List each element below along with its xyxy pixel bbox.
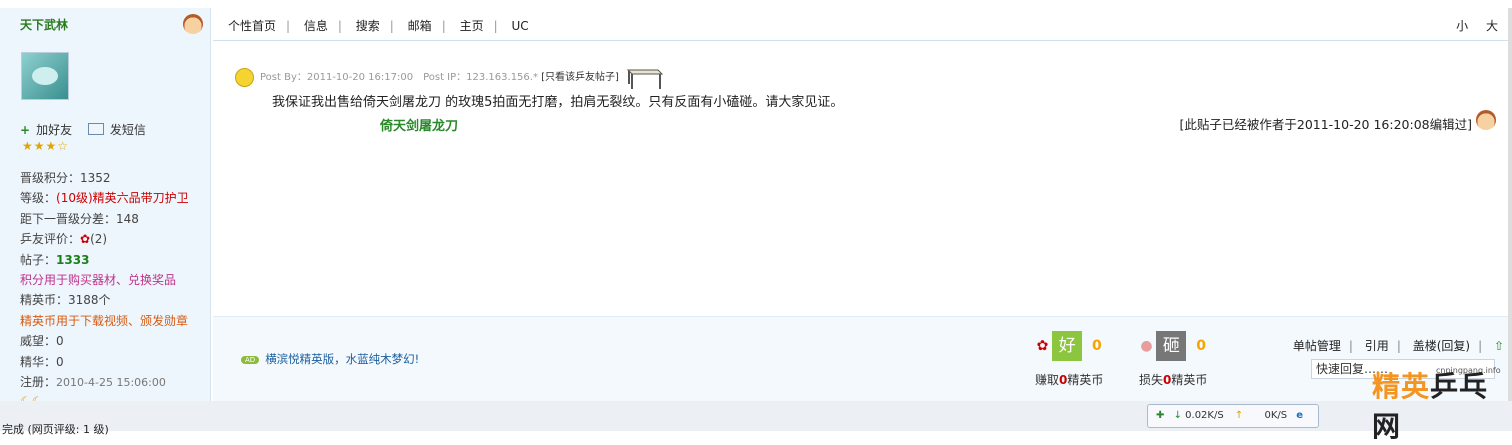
- font-size-switch: 小 大: [1442, 17, 1498, 34]
- bad-button[interactable]: 砸: [1156, 331, 1187, 361]
- scrollbar[interactable]: [1508, 8, 1512, 401]
- bad-vote[interactable]: ● 砸 0 损失0精英币: [1139, 331, 1207, 388]
- nav-item-homepage[interactable]: 主页: [460, 19, 484, 33]
- level-row: 等级：(10级)精英六品带刀护卫: [20, 191, 189, 206]
- download-speed: 0.02K/S: [1185, 410, 1224, 421]
- nav-item-mailbox[interactable]: 邮箱: [408, 19, 432, 33]
- ad-link[interactable]: AD 横滨悦精英版，水蓝纯木梦幻!: [241, 351, 419, 367]
- bad-label: 损失0精英币: [1139, 373, 1208, 387]
- post-title-link[interactable]: 倚天剑屠龙刀: [380, 115, 458, 134]
- browser-icon: e: [1296, 410, 1304, 421]
- good-vote[interactable]: ✿ 好 0 赚取0精英币: [1035, 331, 1103, 388]
- register-row: 注册：2010-4-25 15:06:00: [20, 375, 166, 390]
- add-friend-link[interactable]: + 加好友: [20, 123, 78, 137]
- prestige-row: 威望：0: [20, 334, 64, 349]
- user-actions: + 加好友 发短信: [20, 121, 158, 138]
- rose-icon: ✿: [80, 232, 91, 247]
- user-sidebar: 天下武林 + 加好友 发短信 ★★★☆ 晋级积分：1352 等级：(10级)精英六…: [0, 8, 211, 410]
- rating-row: 乒友评价：✿(2): [20, 232, 108, 247]
- post-meta: Post By：2011-10-20 16:17:00 Post IP：123.…: [235, 64, 664, 90]
- font-small-button[interactable]: 小: [1456, 19, 1468, 33]
- score-row: 晋级积分：1352: [20, 171, 111, 185]
- coins-note-link[interactable]: 精英币用于下载视频、颁发勋章: [20, 311, 189, 331]
- smiley-icon: [235, 67, 254, 87]
- next-level-row: 距下一晋级分差：148: [20, 211, 139, 226]
- face-emoticon-icon: [1476, 110, 1496, 130]
- coins-row: 精英币：3188个: [20, 293, 111, 308]
- table-icon: [626, 69, 664, 89]
- post-footer: AD 横滨悦精英版，水蓝纯木梦幻! ✿ 好 0 赚取0精英币 ● 砸 0 损失0精…: [213, 316, 1512, 401]
- score-note-link[interactable]: 积分用于购买器材、兑换奖品: [20, 270, 189, 290]
- rank-stars: ★★★☆: [22, 139, 70, 153]
- ad-badge: AD: [241, 355, 260, 364]
- up-arrow-icon[interactable]: ⇧: [1494, 339, 1504, 353]
- reply-link[interactable]: 盖楼(回复): [1413, 339, 1470, 353]
- edit-note: [此贴子已经被作者于2011-10-20 16:20:08编辑过]: [1179, 117, 1472, 132]
- plus-icon: +: [20, 123, 31, 137]
- avatar[interactable]: [21, 52, 69, 100]
- post-tools: 单帖管理 | 引用 | 盖楼(回复) | ⇧: [1292, 339, 1504, 353]
- post-nav-bar: 个性首页 | 信息 | 搜索 | 邮箱 | 主页 | UC 小 大: [213, 8, 1512, 41]
- only-author-link[interactable]: [只看该乒友帖子]: [541, 72, 619, 83]
- nav-item-search[interactable]: 搜索: [356, 19, 380, 33]
- good-label: 赚取0精英币: [1035, 373, 1104, 387]
- good-button[interactable]: 好: [1052, 331, 1083, 361]
- download-arrow-icon: ↓: [1173, 410, 1182, 421]
- face-emoticon-icon: [183, 14, 203, 34]
- essence-row: 精华：0: [20, 354, 64, 369]
- network-speed-widget[interactable]: ✚ ↓ 0.02K/S ↑ 0K/S e: [1147, 404, 1319, 428]
- posts-row: 帖子：1333: [20, 252, 90, 267]
- mail-icon: [87, 123, 104, 135]
- watermark-logo: 精英乒乓网: [1372, 370, 1489, 443]
- plus-icon: ✚: [1156, 410, 1165, 421]
- rose-icon: ✿: [1036, 338, 1049, 354]
- bad-count: 0: [1196, 338, 1206, 354]
- username[interactable]: 天下武林: [20, 16, 68, 33]
- user-stats: 晋级积分：1352 等级：(10级)精英六品带刀护卫 距下一晋级分差：148 乒…: [20, 168, 189, 414]
- nav-item-home[interactable]: 个性首页: [228, 19, 276, 33]
- good-count: 0: [1092, 338, 1102, 354]
- quote-link[interactable]: 引用: [1365, 339, 1389, 353]
- upload-arrow-icon: ↑: [1234, 410, 1244, 421]
- status-text: 完成 (网页评级: 1 级): [2, 423, 109, 436]
- manage-post-link[interactable]: 单帖管理: [1293, 339, 1341, 353]
- post-frame: 天下武林 + 加好友 发短信 ★★★☆ 晋级积分：1352 等级：(10级)精英六…: [0, 0, 1512, 410]
- post-body: 我保证我出售给倚天剑屠龙刀 的玫瑰5拍面无打磨，拍肩无裂纹。只有反面有小磕碰。请…: [272, 95, 844, 110]
- send-message-link[interactable]: 发短信: [87, 123, 152, 137]
- font-large-button[interactable]: 大: [1486, 19, 1498, 33]
- nav-item-uc[interactable]: UC: [511, 19, 528, 33]
- upload-speed: 0K/S: [1264, 410, 1288, 421]
- pig-icon: ●: [1140, 338, 1153, 354]
- nav-items: 个性首页 | 信息 | 搜索 | 邮箱 | 主页 | UC: [228, 19, 529, 33]
- nav-item-info[interactable]: 信息: [304, 19, 328, 33]
